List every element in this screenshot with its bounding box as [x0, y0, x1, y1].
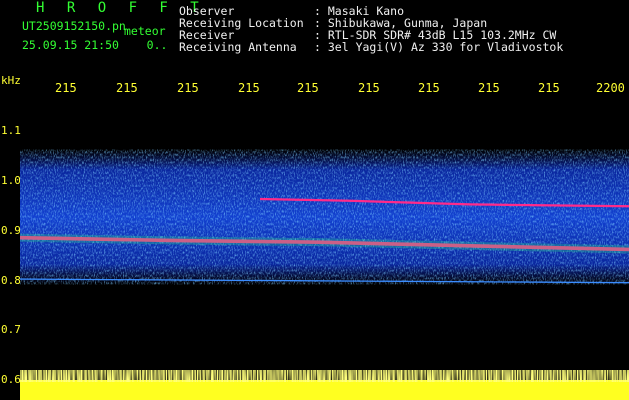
strip-base [20, 380, 629, 400]
x-tick: 2200 [596, 81, 625, 95]
file-name: UT2509152150.pn [22, 19, 126, 33]
spectrogram [20, 149, 629, 285]
header-sep: : [314, 4, 321, 18]
header-value: Shibukawa, Gunma, Japan [327, 16, 488, 30]
x-axis-ticks: 215 215 215 215 215 215 215 215 215 2200 [0, 82, 629, 96]
header-sep: : [314, 40, 321, 54]
datetime: 25.09.15 21:50 [22, 38, 119, 52]
y-tick: 1.1 [1, 124, 21, 137]
header-key: Receiving Antenna [179, 40, 297, 54]
x-tick: 215 [177, 81, 199, 95]
file-tag: meteor [124, 24, 166, 38]
x-tick: 215 [297, 81, 319, 95]
header-key: Receiving Location [179, 16, 304, 30]
y-axis-unit: kHz [1, 74, 21, 87]
header-key: Observer [179, 4, 235, 18]
header-key: Receiver [179, 28, 235, 42]
header-value: RTL-SDR SDR# 43dB L15 103.2MHz CW [327, 28, 557, 42]
x-tick: 215 [538, 81, 560, 95]
y-tick: 0.6 [1, 373, 21, 386]
header-row-observer: Observer : Masaki Kano [179, 4, 563, 18]
strip-spikes [20, 370, 629, 382]
y-tick: 0.7 [1, 323, 21, 336]
y-tick: 0.8 [1, 274, 21, 287]
header-value: 3el Yagi(V) Az 330 for Vladivostok [327, 40, 564, 54]
x-tick: 215 [358, 81, 380, 95]
x-tick: 215 [55, 81, 77, 95]
noise-texture [20, 149, 629, 285]
header-row-antenna: Receiving Antenna : 3el Yagi(V) Az 330 f… [179, 40, 564, 54]
y-tick: 0.9 [1, 224, 21, 237]
x-tick: 215 [478, 81, 500, 95]
observation-header: Observer : Masaki Kano Receiving Locatio… [179, 4, 564, 54]
header-value: Masaki Kano [327, 4, 405, 18]
signal-strength-strip [20, 370, 629, 400]
hrofft-display: H R O F F T UT2509152150.pn meteor 25.09… [0, 0, 629, 400]
x-tick: 215 [418, 81, 440, 95]
header-sep: : [314, 16, 321, 30]
x-tick: 215 [238, 81, 260, 95]
y-tick: 1.0 [1, 174, 21, 187]
datetime-line: 25.09.15 21:50 0.. [22, 39, 167, 51]
x-tick: 215 [116, 81, 138, 95]
datetime-suffix: 0.. [146, 38, 168, 52]
header-row-location: Receiving Location : Shibukawa, Gunma, J… [179, 16, 563, 30]
header-sep: : [314, 28, 321, 42]
header-row-receiver: Receiver : RTL-SDR SDR# 43dB L15 103.2MH… [179, 28, 563, 42]
